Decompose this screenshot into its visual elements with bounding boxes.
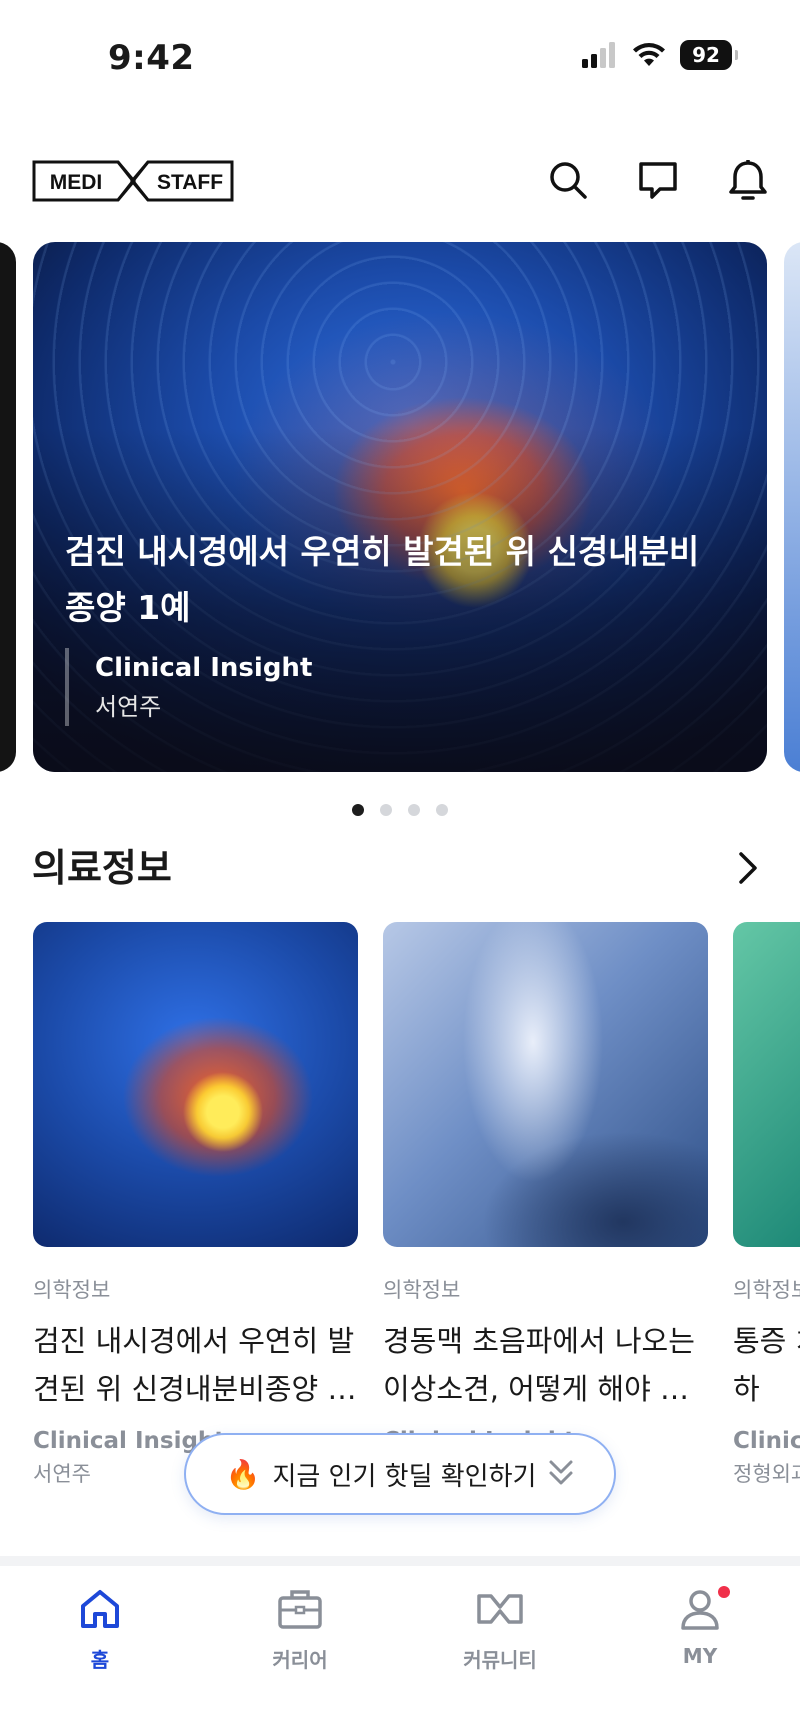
article-author: 정형외과 [733,1462,800,1486]
messages-button[interactable] [636,158,680,202]
tab-career-label: 커리어 [272,1648,328,1672]
bottom-tab-bar: 홈 커리어 커뮤니티 MY [0,1566,800,1735]
article-title[interactable]: 통증 치하 [733,1317,800,1413]
chevron-right-icon [739,852,757,884]
tabbar-divider [0,1556,800,1566]
notification-badge-dot [718,1586,730,1598]
medistaff-logo[interactable]: MEDI STAFF [32,160,234,202]
pagination-dot-2[interactable] [380,804,392,816]
article-thumbnail[interactable] [733,922,800,1247]
search-button[interactable] [546,158,590,202]
hero-author: 서연주 [95,693,162,721]
status-time: 9:42 [108,38,195,78]
logo-text-right: STAFF [157,171,223,194]
hero-carousel[interactable]: 검진 내시경에서 우연히 발견된 위 신경내분비 종양 1예 Clinical … [0,242,800,772]
header-actions [546,158,770,202]
community-icon [477,1594,523,1624]
article-title[interactable]: 검진 내시경에서 우연히 발견된 위 신경내분비종양 1예 [33,1317,358,1413]
app-header: MEDI STAFF [0,150,800,210]
battery-indicator: 92 [680,40,738,70]
notifications-button[interactable] [726,158,770,202]
pagination-dot-3[interactable] [408,804,420,816]
article-category: 의학정보 [383,1278,461,1302]
hot-deal-button[interactable]: 🔥 지금 인기 핫딜 확인하기 [184,1433,616,1515]
hero-meta: Clinical Insight 서연주 [65,648,735,726]
hero-title: 검진 내시경에서 우연히 발견된 위 신경내분비 종양 1예 [65,532,700,627]
wifi-icon [633,43,665,66]
article-thumbnail[interactable] [33,922,358,1247]
tab-home[interactable]: 홈 [40,1580,160,1673]
article-card[interactable]: 의학정보 검진 내시경에서 우연히 발견된 위 신경내분비종양 1예 Clini… [33,922,358,1491]
briefcase-icon [278,1590,322,1629]
tab-my-label: MY [682,1644,718,1668]
hot-deal-label: 지금 인기 핫딜 확인하기 [272,1461,537,1492]
hero-text: 검진 내시경에서 우연히 발견된 위 신경내분비 종양 1예 Clinical … [65,524,735,726]
hero-next-card[interactable] [784,242,800,772]
person-icon [681,1590,719,1630]
article-title[interactable]: 경동맥 초음파에서 나오는 이상소견, 어떻게 해야 할까 [383,1317,708,1413]
double-chevron-down-icon [549,1460,573,1485]
article-card[interactable]: 의학정보 경동맥 초음파에서 나오는 이상소견, 어떻게 해야 할까 Clini… [383,922,708,1457]
fire-icon: 🔥 [225,1457,261,1491]
battery-level: 92 [692,43,720,67]
status-bar: 9:42 92 [0,0,800,120]
carousel-pagination [0,804,800,816]
hero-prev-card[interactable] [0,242,16,772]
tab-career[interactable]: 커리어 [240,1580,360,1673]
article-card[interactable]: 의학정보 통증 치하 Clinica 정형외과 [733,922,800,1491]
tab-my[interactable]: MY [640,1580,760,1668]
tab-home-label: 홈 [90,1648,110,1672]
chat-bubble-icon [639,162,677,199]
section-title: 의료정보 [32,846,172,890]
article-category: 의학정보 [33,1278,111,1302]
search-icon [550,162,587,199]
medical-info-section-header: 의료정보 [32,840,768,900]
hero-card[interactable]: 검진 내시경에서 우연히 발견된 위 신경내분비 종양 1예 Clinical … [33,242,767,772]
cellular-signal-icon [582,42,615,68]
section-more-button[interactable] [728,848,768,888]
tab-community-label: 커뮤니티 [463,1648,537,1672]
article-thumbnail[interactable] [383,922,708,1247]
bell-icon [729,160,767,200]
article-category: 의학정보 [733,1278,800,1302]
pagination-dot-4[interactable] [436,804,448,816]
home-icon [81,1590,119,1628]
pagination-dot-1[interactable] [352,804,364,816]
article-source: Clinica [733,1428,800,1454]
status-icons: 92 [582,40,738,70]
tab-community[interactable]: 커뮤니티 [440,1580,560,1673]
medical-info-card-list[interactable]: 의학정보 검진 내시경에서 우연히 발견된 위 신경내분비종양 1예 Clini… [33,922,800,1486]
logo-text-left: MEDI [50,171,103,194]
hero-category: Clinical Insight [95,653,313,683]
